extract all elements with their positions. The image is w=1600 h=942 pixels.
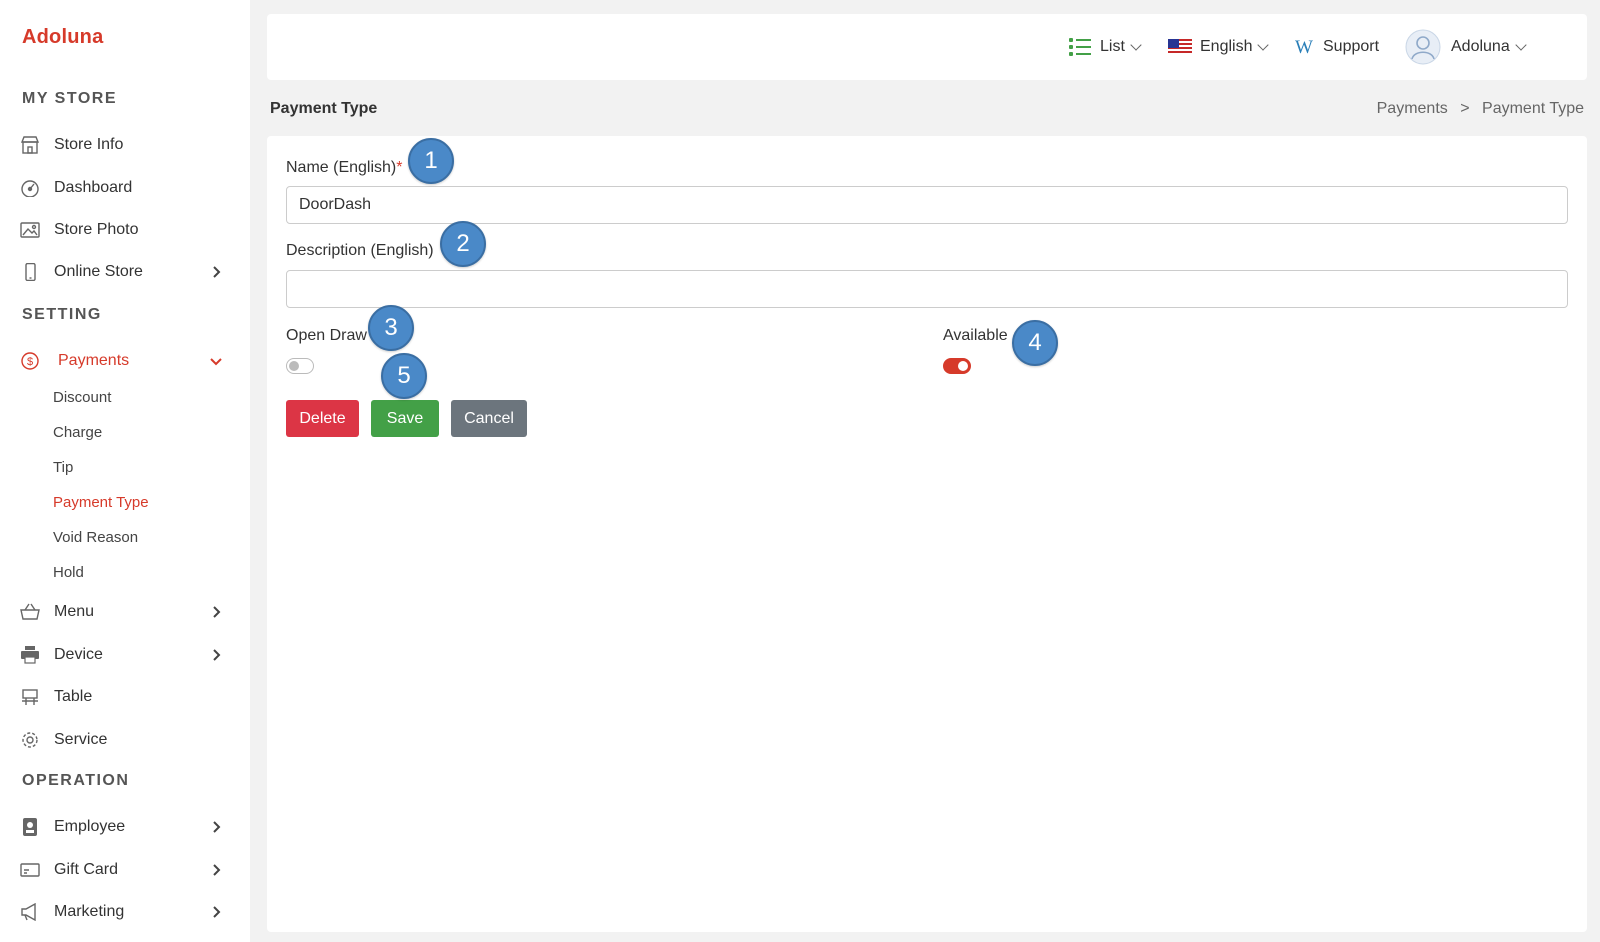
sidebar-item-device[interactable]: Device xyxy=(0,635,250,675)
sidebar-item-employee[interactable]: Employee xyxy=(0,807,250,847)
svg-text:W: W xyxy=(1295,38,1313,56)
brand-logo[interactable]: Adoluna xyxy=(22,26,103,49)
support-link[interactable]: W Support xyxy=(1295,14,1379,80)
basket-icon xyxy=(20,603,40,620)
annotation-marker-2: 2 xyxy=(440,221,486,267)
chevron-right-icon xyxy=(213,906,221,918)
description-input[interactable] xyxy=(286,270,1568,308)
breadcrumb-separator: > xyxy=(1460,100,1470,117)
chevron-right-icon xyxy=(213,606,221,618)
sidebar-sub-tip[interactable]: Tip xyxy=(53,459,73,476)
language-dropdown[interactable]: English xyxy=(1168,14,1270,80)
sidebar-sub-charge[interactable]: Charge xyxy=(53,424,102,441)
sidebar-item-label: Table xyxy=(54,688,93,705)
support-logo-icon: W xyxy=(1295,38,1313,56)
photo-icon xyxy=(20,222,40,238)
avatar xyxy=(1405,29,1441,65)
breadcrumb: Payments > Payment Type xyxy=(1377,100,1584,118)
megaphone-icon xyxy=(21,903,36,921)
save-button[interactable]: Save xyxy=(371,400,439,437)
chevron-right-icon xyxy=(213,821,221,833)
chevron-down-icon xyxy=(1130,38,1142,51)
annotation-marker-1: 1 xyxy=(408,138,454,184)
cancel-button[interactable]: Cancel xyxy=(451,400,527,437)
user-menu[interactable]: Adoluna xyxy=(1405,14,1527,80)
printer-icon xyxy=(21,646,39,664)
sidebar: Adoluna MY STORE Store Info Dashboard St… xyxy=(0,0,250,942)
chevron-right-icon xyxy=(213,649,221,661)
sidebar-item-service[interactable]: Service xyxy=(0,720,250,760)
chevron-down-icon xyxy=(210,358,222,366)
svg-text:$: $ xyxy=(27,356,33,368)
gear-icon xyxy=(22,732,38,748)
toggle-knob xyxy=(958,361,968,371)
sidebar-item-table[interactable]: Table xyxy=(0,677,250,717)
name-label: Name (English)* xyxy=(286,159,403,177)
available-toggle[interactable] xyxy=(943,358,971,374)
sidebar-item-label: Store Photo xyxy=(54,221,139,238)
description-label: Description (English) xyxy=(286,242,434,259)
open-draw-label: Open Draw xyxy=(286,327,367,344)
section-my-store: MY STORE xyxy=(22,90,117,107)
sidebar-item-menu[interactable]: Menu xyxy=(0,592,250,632)
sidebar-sub-hold[interactable]: Hold xyxy=(53,564,84,581)
sidebar-item-gift-card[interactable]: Gift Card xyxy=(0,850,250,890)
dollar-icon: $ xyxy=(21,352,39,370)
view-mode-dropdown[interactable]: List xyxy=(1069,14,1142,80)
sidebar-item-label: Gift Card xyxy=(54,861,119,878)
chevron-down-icon xyxy=(1257,38,1270,51)
breadcrumb-payments[interactable]: Payments xyxy=(1377,100,1448,117)
sidebar-sub-payment-type[interactable]: Payment Type xyxy=(53,494,149,511)
annotation-marker-3: 3 xyxy=(368,305,414,351)
sidebar-item-marketing[interactable]: Marketing xyxy=(0,892,250,932)
sidebar-item-store-photo[interactable]: Store Photo xyxy=(0,210,250,250)
language-label: English xyxy=(1200,38,1253,55)
gift-card-icon xyxy=(20,863,40,877)
view-mode-label: List xyxy=(1100,38,1125,55)
badge-icon xyxy=(23,818,37,836)
sidebar-sub-discount[interactable]: Discount xyxy=(53,389,111,406)
name-input[interactable] xyxy=(286,186,1568,224)
gauge-icon xyxy=(21,180,39,197)
sidebar-item-online-store[interactable]: Online Store xyxy=(0,252,250,292)
section-setting: SETTING xyxy=(22,306,102,323)
required-mark: * xyxy=(396,159,403,176)
chevron-down-icon xyxy=(1515,38,1527,51)
top-header: List English W Support Adoluna xyxy=(267,14,1587,80)
table-icon xyxy=(22,689,38,705)
open-draw-toggle[interactable] xyxy=(286,358,314,374)
list-icon xyxy=(1069,38,1091,56)
sidebar-item-store-info[interactable]: Store Info xyxy=(0,125,250,165)
available-label: Available xyxy=(943,327,1008,344)
annotation-marker-4: 4 xyxy=(1012,320,1058,366)
delete-button[interactable]: Delete xyxy=(286,400,359,437)
toggle-knob xyxy=(289,361,299,371)
breadcrumb-current: Payment Type xyxy=(1482,100,1584,117)
sidebar-sub-void-reason[interactable]: Void Reason xyxy=(53,529,138,546)
store-icon xyxy=(20,136,40,154)
sidebar-item-label: Payments xyxy=(58,352,130,369)
sidebar-item-label: Menu xyxy=(54,603,95,620)
support-label: Support xyxy=(1323,38,1380,55)
sidebar-item-label: Employee xyxy=(54,818,126,835)
annotation-marker-5: 5 xyxy=(381,353,427,399)
chevron-right-icon xyxy=(213,266,221,278)
user-name: Adoluna xyxy=(1451,38,1510,55)
sidebar-item-label: Online Store xyxy=(54,263,143,280)
sidebar-item-label: Marketing xyxy=(54,903,125,920)
sidebar-item-label: Store Info xyxy=(54,136,124,153)
sidebar-item-label: Dashboard xyxy=(54,179,133,196)
chevron-right-icon xyxy=(213,864,221,876)
mobile-icon xyxy=(25,263,36,281)
page-title: Payment Type xyxy=(270,100,378,117)
sidebar-item-label: Service xyxy=(54,731,108,748)
section-operation: OPERATION xyxy=(22,772,130,789)
us-flag-icon xyxy=(1168,39,1192,55)
name-label-text: Name (English) xyxy=(286,159,397,176)
sidebar-item-dashboard[interactable]: Dashboard xyxy=(0,168,250,208)
sidebar-item-label: Device xyxy=(54,646,103,663)
sidebar-item-payments[interactable]: $ Payments xyxy=(0,341,250,381)
